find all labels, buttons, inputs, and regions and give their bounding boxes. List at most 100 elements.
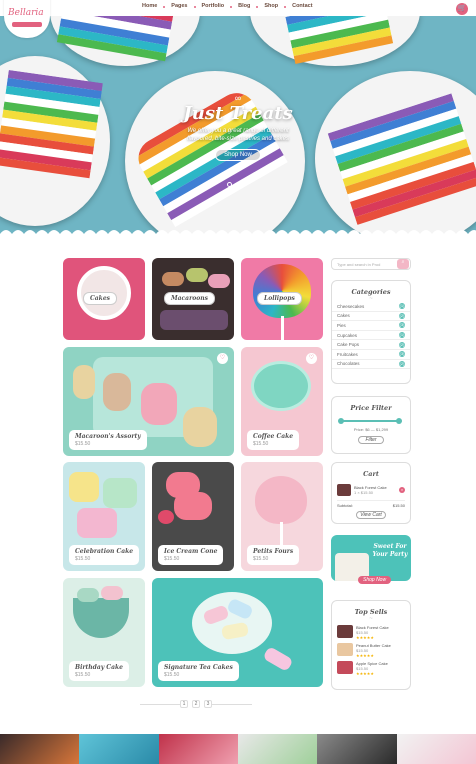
page-3[interactable]: 3 xyxy=(204,700,212,708)
nav-shop[interactable]: Shop xyxy=(262,3,280,9)
pager-divider xyxy=(140,704,180,705)
lollipop-stick xyxy=(281,316,284,340)
pagination: 1 2 3 xyxy=(180,700,212,708)
slider-dot[interactable] xyxy=(227,182,232,187)
gallery-image[interactable] xyxy=(0,734,80,764)
macaroon-image xyxy=(186,268,208,282)
category-item[interactable]: Cupcakes (1) xyxy=(332,331,410,341)
category-item[interactable]: Cakes (2) xyxy=(332,312,410,322)
categories-widget: Categories ~ Cheesecakes (1) Cakes (2) Pie… xyxy=(331,280,411,384)
gallery-image[interactable] xyxy=(317,734,397,764)
category-name[interactable]: Cupcakes xyxy=(337,333,357,338)
category-tile-macaroons[interactable]: Macaroons xyxy=(152,258,234,340)
top-sells-widget: Top Sells ~ Black Forest Cake $15.50 ★★★★★… xyxy=(331,600,411,690)
hero-shop-now-button[interactable]: Shop Now xyxy=(215,149,261,161)
product-name[interactable]: Birthday Cake xyxy=(75,664,123,671)
slider-handle-min[interactable] xyxy=(338,418,344,424)
product-name[interactable]: Coffee Cake xyxy=(253,433,293,440)
product-label: Petits Fours $15.50 xyxy=(247,545,300,565)
wishlist-heart-icon[interactable]: ♡ xyxy=(306,353,317,364)
product-card[interactable]: Signature Tea Cakes $15.50 xyxy=(152,578,323,687)
category-name[interactable]: Chocolates xyxy=(337,361,360,366)
price-slider[interactable] xyxy=(338,418,402,424)
gallery-image[interactable] xyxy=(79,734,159,764)
scalloped-edge xyxy=(0,230,476,238)
product-thumbnail xyxy=(337,661,353,674)
category-name[interactable]: Cake Pops xyxy=(337,342,359,347)
product-label: Macaroon's Assorty $15.50 xyxy=(69,430,147,450)
marshmallow-image xyxy=(69,472,99,502)
rating-stars-icon: ★★★★★ xyxy=(356,671,374,676)
wishlist-heart-icon[interactable]: ♡ xyxy=(217,353,228,364)
nav-portfolio[interactable]: Portfolio xyxy=(200,3,227,9)
subtotal-value: $15.50 xyxy=(392,503,405,508)
category-count: (3) xyxy=(399,322,405,329)
gallery-image[interactable] xyxy=(237,734,318,764)
category-tile-cakes[interactable]: Cakes xyxy=(63,258,145,340)
top-sell-item[interactable]: Black Forest Cake $15.50 ★★★★★ xyxy=(337,625,405,640)
cart-icon[interactable]: 🛒 xyxy=(456,3,468,15)
nav-blog[interactable]: Blog xyxy=(236,3,252,9)
product-card[interactable]: Ice Cream Cone $15.50 xyxy=(152,462,234,571)
marshmallow-image xyxy=(77,508,117,538)
rating-stars-icon: ★★★★★ xyxy=(356,653,374,658)
main-nav: Home Pages Portfolio Blog Shop Contact xyxy=(140,3,315,9)
product-price: $15.50 xyxy=(253,441,269,447)
category-name[interactable]: Fruitcakes xyxy=(337,352,358,357)
category-count: (3) xyxy=(399,351,405,358)
top-sell-item[interactable]: Apple Spice Cake $15.50 ★★★★★ xyxy=(337,661,405,676)
macaroon-image xyxy=(208,274,230,288)
product-card[interactable]: Petits Fours $15.50 xyxy=(241,462,323,571)
page-1[interactable]: 1 xyxy=(180,700,188,708)
category-name[interactable]: Cheesecakes xyxy=(337,304,364,309)
swirl-ornament-icon: ~ xyxy=(369,616,373,622)
promo-text: Sweet For Your Party xyxy=(372,543,408,558)
widget-title: Cart xyxy=(363,470,379,478)
gallery-image[interactable] xyxy=(158,734,238,764)
category-name[interactable]: Pies xyxy=(337,323,346,328)
slider-handle-max[interactable] xyxy=(396,418,402,424)
product-name[interactable]: Petits Fours xyxy=(253,548,293,555)
product-card[interactable]: Birthday Cake $15.50 xyxy=(63,578,145,687)
remove-item-icon[interactable]: × xyxy=(399,487,405,493)
nav-home[interactable]: Home xyxy=(140,3,159,9)
promo-shop-now-button[interactable]: Shop Now xyxy=(358,576,392,584)
category-item[interactable]: Cake Pops (2) xyxy=(332,340,410,350)
cart-item: Black Forest Cake 1 × $15.50 × xyxy=(337,484,405,496)
product-name[interactable]: Macaroon's Assorty xyxy=(75,433,141,440)
macaroon-image xyxy=(160,310,228,330)
coffee-cake-image xyxy=(251,361,311,411)
category-item[interactable]: Cheesecakes (1) xyxy=(332,302,410,312)
category-item[interactable]: Pies (3) xyxy=(332,321,410,331)
category-item[interactable]: Fruitcakes (3) xyxy=(332,350,410,360)
macaroon-image xyxy=(77,588,99,602)
product-thumbnail xyxy=(337,625,353,638)
gallery-image[interactable] xyxy=(396,734,476,764)
category-item[interactable]: Chocolates (2) xyxy=(332,360,410,370)
search-icon[interactable]: ⌕ xyxy=(397,259,409,269)
price-range-text: Price: $6 — $1,299 xyxy=(353,427,389,432)
slider-pagination xyxy=(227,182,241,187)
filter-button[interactable]: Filter xyxy=(358,436,384,444)
product-card[interactable]: ♡ Macaroon's Assorty $15.50 xyxy=(63,347,234,456)
logo-ribbon xyxy=(12,22,42,27)
nav-contact[interactable]: Contact xyxy=(290,3,314,9)
category-tile-lollipops[interactable]: Lollipops xyxy=(241,258,323,340)
nav-dot xyxy=(193,6,196,8)
page-2[interactable]: 2 xyxy=(192,700,200,708)
nav-pages[interactable]: Pages xyxy=(169,3,189,9)
product-name[interactable]: Celebration Cake xyxy=(75,548,133,555)
promo-banner[interactable]: Sweet For Your Party xyxy=(331,535,411,581)
top-sell-item[interactable]: Peanut Butter Cake $15.50 ★★★★★ xyxy=(337,643,405,658)
subtotal-label: Subtotal: xyxy=(337,503,353,508)
product-card[interactable]: ♡ Coffee Cake $15.50 xyxy=(241,347,323,456)
search-input[interactable]: Type and search in Prod xyxy=(332,262,397,267)
slider-dot[interactable] xyxy=(236,182,241,187)
view-cart-button[interactable]: View Cart xyxy=(356,511,386,519)
macaroon-image xyxy=(183,407,217,447)
product-name[interactable]: Signature Tea Cakes xyxy=(164,664,233,671)
product-name[interactable]: Ice Cream Cone xyxy=(164,548,217,555)
cart-subtotal: Subtotal: $15.50 xyxy=(337,500,405,508)
product-card[interactable]: Celebration Cake $15.50 xyxy=(63,462,145,571)
category-name[interactable]: Cakes xyxy=(337,313,350,318)
